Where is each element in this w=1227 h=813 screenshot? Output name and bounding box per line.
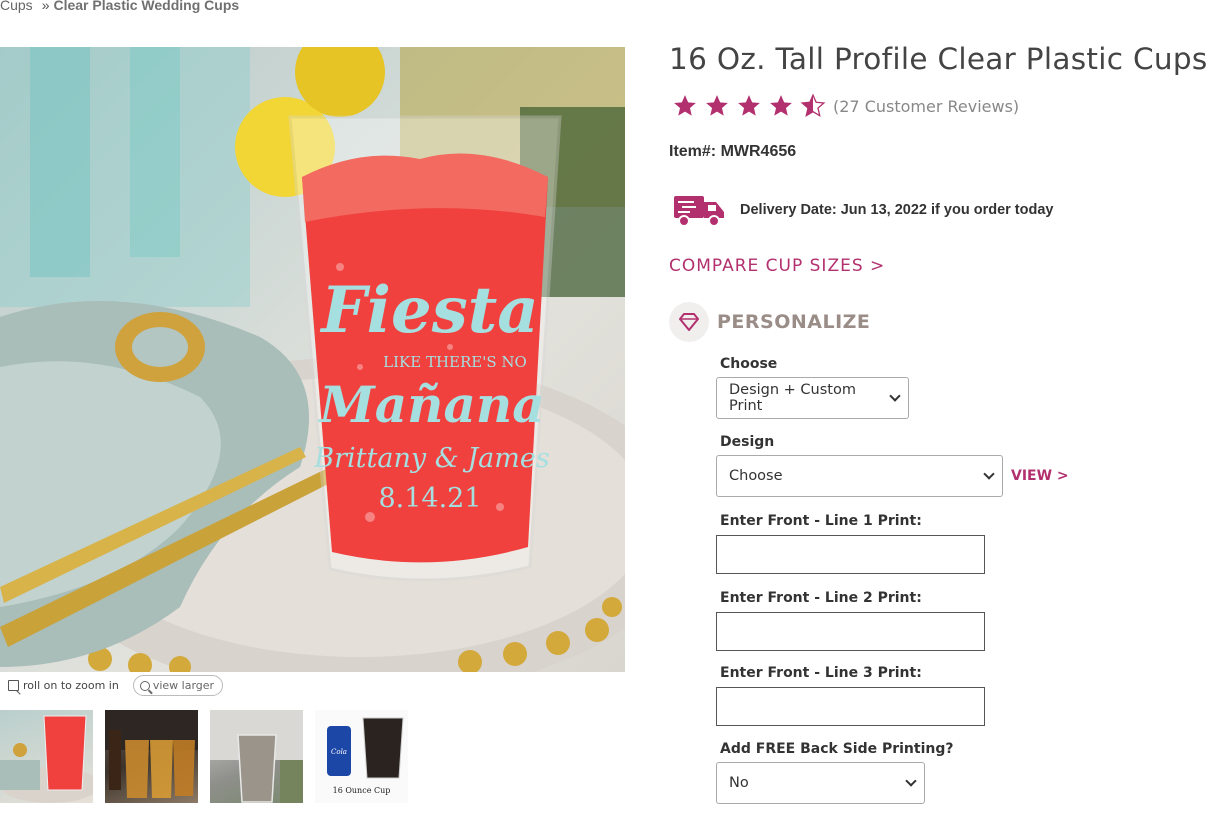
line2-label: Enter Front - Line 2 Print:: [720, 590, 922, 606]
chevron-down-icon: [983, 468, 995, 480]
design-select[interactable]: Choose: [716, 455, 1003, 497]
compare-cup-sizes-link[interactable]: COMPARE CUP SIZES >: [669, 256, 885, 276]
reviews-link[interactable]: (27 Customer Reviews): [833, 97, 1019, 116]
breadcrumb-parent-link[interactable]: Cups: [0, 0, 33, 13]
thumbnail-caption: 16 Ounce Cup: [332, 786, 391, 795]
view-larger-button[interactable]: view larger: [132, 675, 224, 696]
chevron-down-icon: [905, 775, 917, 787]
personalize-form: Choose Design + Custom Print Design Choo…: [716, 356, 1136, 804]
zoom-hint: roll on to zoom in: [8, 679, 119, 692]
cup-print-line3: Mañana: [317, 375, 544, 434]
choose-label: Choose: [720, 356, 778, 372]
star-full-icon: [674, 95, 696, 116]
cup-print-line2: LIKE THERE'S NO: [383, 353, 527, 371]
thumbnail-1[interactable]: [0, 710, 93, 803]
delivery-date-text: Delivery Date: Jun 13, 2022 if you order…: [740, 202, 1054, 218]
cup-print-line5: 8.14.21: [378, 483, 481, 514]
chevron-down-icon: [889, 390, 901, 402]
design-select-value: Choose: [729, 468, 783, 484]
can-label: Cola: [331, 748, 347, 756]
line1-input[interactable]: [716, 535, 985, 574]
delivery-info: Delivery Date: Jun 13, 2022 if you order…: [672, 190, 1053, 230]
product-title: 16 Oz. Tall Profile Clear Plastic Cups: [669, 42, 1208, 76]
line1-label: Enter Front - Line 1 Print:: [720, 513, 922, 529]
thumbnail-4[interactable]: Cola 16 Ounce Cup: [315, 710, 408, 803]
line3-input[interactable]: [716, 687, 985, 726]
star-full-icon: [770, 95, 792, 116]
choose-select[interactable]: Design + Custom Print: [716, 377, 909, 419]
breadcrumb-separator: »: [41, 0, 50, 13]
personalize-header: PERSONALIZE: [669, 302, 870, 342]
cup-print-line1: Fiesta: [319, 273, 539, 348]
gem-icon-wrapper: [669, 302, 709, 342]
thumbnail-2[interactable]: [105, 710, 198, 803]
rating-row[interactable]: (27 Customer Reviews): [669, 93, 1019, 119]
view-larger-label: view larger: [152, 679, 215, 692]
line2-input[interactable]: [716, 612, 985, 651]
design-label: Design: [720, 434, 775, 450]
zoom-hint-text: roll on to zoom in: [23, 679, 119, 692]
back-side-select-value: No: [729, 775, 749, 791]
star-full-icon: [738, 95, 760, 116]
choose-select-value: Design + Custom Print: [729, 382, 856, 414]
magnifier-icon: [139, 680, 150, 691]
item-number: Item#: MWR4656: [669, 143, 797, 160]
breadcrumb: Cups » Clear Plastic Wedding Cups: [0, 0, 239, 13]
main-product-image[interactable]: Fiesta LIKE THERE'S NO Mañana Brittany &…: [0, 47, 625, 672]
back-side-select[interactable]: No: [716, 762, 925, 804]
breadcrumb-current: Clear Plastic Wedding Cups: [53, 0, 240, 13]
line3-label: Enter Front - Line 3 Print:: [720, 665, 922, 681]
delivery-truck-icon: [674, 196, 724, 227]
back-side-label: Add FREE Back Side Printing?: [720, 741, 954, 757]
view-design-link[interactable]: VIEW >: [1011, 468, 1069, 484]
star-half-icon: [800, 93, 826, 117]
personalize-heading: PERSONALIZE: [717, 311, 871, 333]
zoom-cursor-icon: [8, 680, 19, 691]
thumbnail-strip: Cola 16 Ounce Cup: [0, 710, 408, 803]
star-full-icon: [706, 95, 728, 116]
gem-icon: [679, 313, 699, 331]
zoom-controls: roll on to zoom in view larger: [8, 675, 224, 696]
cup-print-line4: Brittany & James: [313, 443, 549, 474]
thumbnail-3[interactable]: [210, 710, 303, 803]
